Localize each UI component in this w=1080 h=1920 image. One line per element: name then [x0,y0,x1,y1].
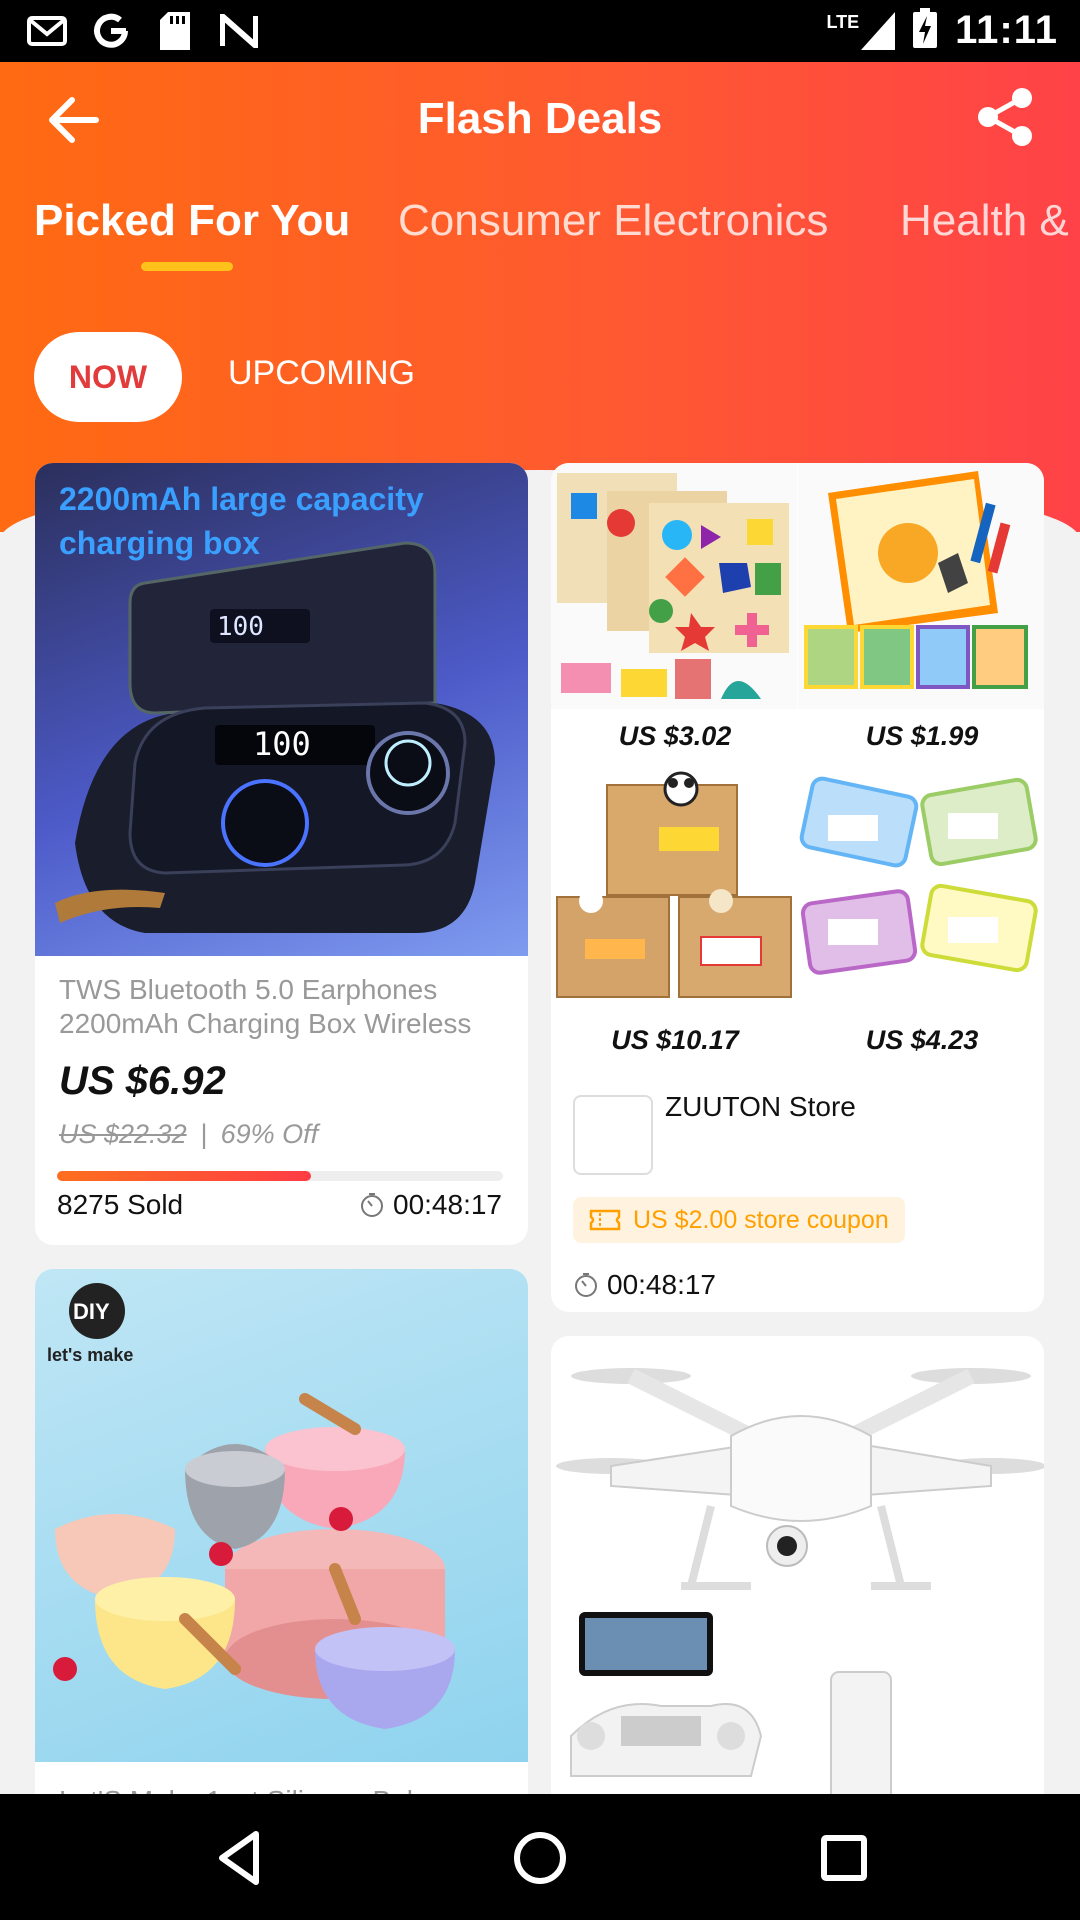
top-bar: Flash Deals [0,62,1080,178]
sold-progress-bar [57,1171,503,1181]
product-image-earphones[interactable]: 2200mAh large capacity charging box 100 … [35,463,528,956]
store-deal-timer: 00:48:17 [573,1269,716,1301]
page-title: Flash Deals [417,94,663,143]
timer-value: 00:48:17 [393,1189,502,1220]
brand-text: let's make [47,1345,133,1365]
store-item-price-2: US $1.99 [865,721,979,751]
product-image-drone[interactable] [551,1336,1044,1829]
status-bar: LTE 11:11 [0,0,1080,62]
brand-badge-text: DIY [73,1299,110,1324]
battery-charging-icon [913,8,938,53]
store-item-image-3[interactable] [551,767,797,1013]
upcoming-segment-button[interactable]: UPCOMING [228,354,415,393]
product-card-earphones[interactable]: 2200mAh large capacity charging box 100 … [35,463,528,1245]
tab-picked-for-you[interactable]: Picked For You [34,196,350,246]
store-item-price-3: US $10.17 [611,1025,739,1055]
store-coupon-badge[interactable]: US $2.00 store coupon [573,1197,905,1243]
gmail-icon [26,10,68,52]
svg-text:100: 100 [253,725,311,763]
stopwatch-icon [575,1273,597,1297]
nav-back-button[interactable] [210,1828,270,1888]
sd-card-icon [154,10,196,52]
earphones-case-illustration: 100 100 [55,541,495,933]
product-image-bowls[interactable]: DIY let's make [35,1269,528,1762]
store-item-image-4[interactable] [798,767,1044,1013]
svg-text:100: 100 [217,612,264,642]
store-item-price-4: US $4.23 [865,1025,979,1055]
status-time: 11:11 [955,8,1058,52]
panda-coin-bank-image [556,771,792,998]
product-title: TWS Bluetooth 5.0 Earphones 2200mAh Char… [59,973,519,1041]
network-label: LTE [826,11,860,32]
coupon-ticket-icon [589,1209,621,1231]
triangle-back-icon [219,1831,259,1885]
price-separator: | [200,1119,208,1149]
product-price: US $6.92 [59,1059,226,1103]
n-app-icon [218,10,260,52]
store-card-zuuton[interactable]: US $3.02 US $1.99 US $10.17 US $4.23 ZUU… [551,463,1044,1312]
product-title-line1: TWS Bluetooth 5.0 Earphones [59,974,438,1005]
flash-card-tins-image [799,776,1038,975]
sold-count: 8275 Sold [57,1189,184,1220]
stopwatch-icon [361,1193,383,1217]
share-icon [978,88,1032,146]
silicone-bowls-illustration: DIY let's make [47,1283,455,1729]
drone-illustration [556,1368,1044,1803]
sold-progress-fill [57,1171,312,1181]
original-price: US $22.32 [59,1119,187,1149]
nav-recents-button[interactable] [814,1828,874,1888]
system-navigation-bar [0,1794,1080,1920]
store-item-image-1[interactable] [551,463,797,709]
square-recents-icon [821,1835,867,1881]
circle-home-icon [514,1832,566,1884]
original-price-row: US $22.32 | 69% Off [59,1119,318,1150]
tab-consumer-electronics[interactable]: Consumer Electronics [398,196,828,246]
water-drawing-book-image [804,471,1028,689]
store-item-image-2[interactable] [798,463,1044,709]
lte-signal-icon: LTE [826,11,896,50]
store-item-price-1: US $3.02 [618,721,732,751]
active-tab-indicator [141,262,233,271]
store-timer-value: 00:48:17 [607,1269,716,1300]
store-logo[interactable] [573,1095,653,1175]
share-button[interactable] [974,86,1040,152]
shape-puzzle-toy-image [557,473,789,699]
store-name[interactable]: ZUUTON Store [665,1091,856,1123]
google-icon [90,10,132,52]
product-card-silicone-bowls[interactable]: DIY let's make Let'S Make 1set Silicone … [35,1269,528,1869]
product-title-line2: 2200mAh Charging Box Wireless [59,1008,472,1039]
now-segment-button[interactable]: NOW [34,332,182,422]
nav-home-button[interactable] [510,1828,570,1888]
deal-timer: 00:48:17 [359,1189,502,1221]
tab-health[interactable]: Health & [900,196,1069,246]
discount-percent: 69% Off [220,1119,319,1149]
coupon-text: US $2.00 store coupon [633,1205,889,1234]
